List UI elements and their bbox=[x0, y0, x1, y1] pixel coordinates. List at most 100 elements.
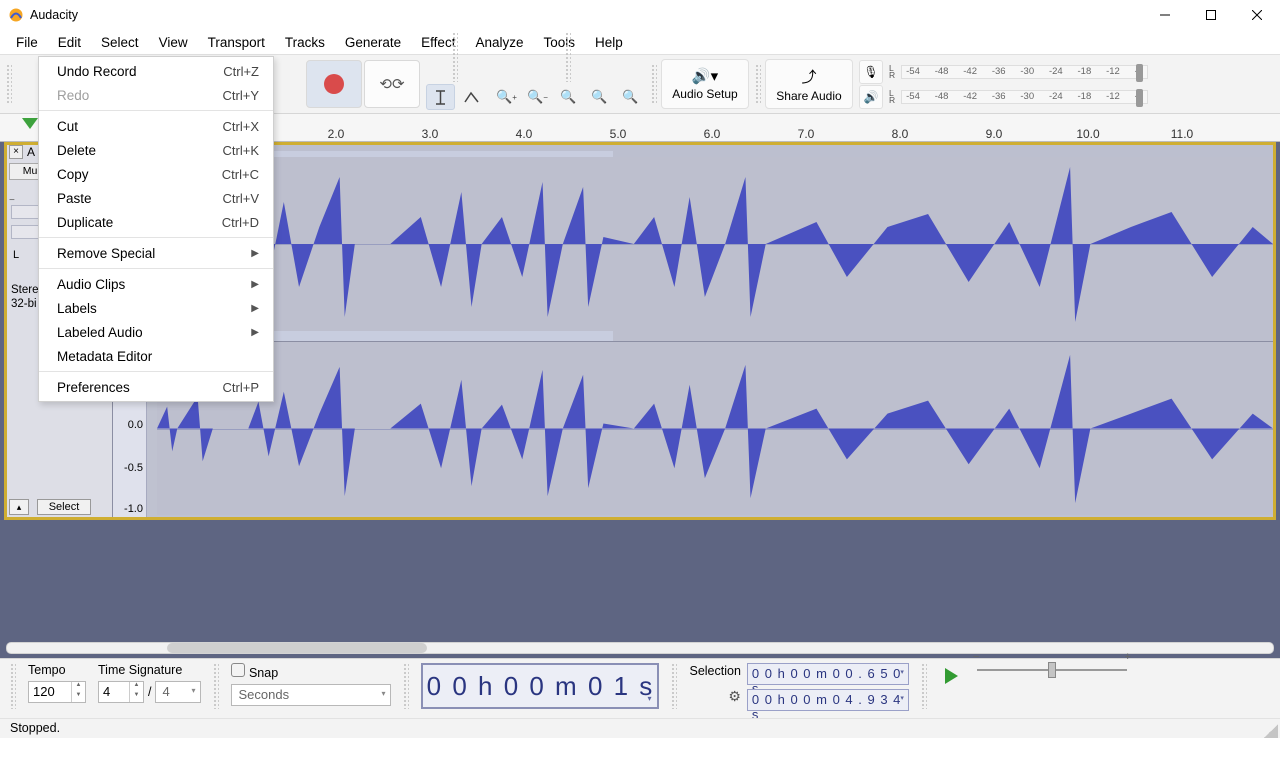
record-meter-button[interactable]: 🎙 bbox=[859, 60, 883, 84]
menu-file[interactable]: File bbox=[6, 32, 48, 53]
menu-item-paste[interactable]: PasteCtrl+V bbox=[39, 186, 273, 210]
menu-item-duplicate[interactable]: DuplicateCtrl+D bbox=[39, 210, 273, 234]
time-display[interactable]: 0 0 h 0 0 m 0 1 s▾ bbox=[421, 663, 659, 709]
snap-label: Snap bbox=[231, 663, 391, 680]
snap-units-select[interactable]: Seconds▾ bbox=[231, 684, 391, 706]
toolbar-grip[interactable] bbox=[403, 663, 409, 709]
toolbar-grip[interactable] bbox=[671, 663, 677, 709]
edit-menu-dropdown: Undo RecordCtrl+Z RedoCtrl+Y CutCtrl+X D… bbox=[38, 56, 274, 402]
time-signature-numerator[interactable]: 4▲▼ bbox=[98, 681, 144, 703]
menu-tracks[interactable]: Tracks bbox=[275, 32, 335, 53]
record-meter[interactable]: -54-48-42-36-30-24-18-12-6 bbox=[901, 65, 1148, 79]
zoom-out-button[interactable]: 🔍− bbox=[523, 84, 552, 110]
selection-settings-icon[interactable]: ⚙ bbox=[728, 688, 741, 705]
envelope-tool[interactable] bbox=[457, 84, 486, 110]
selection-end-input[interactable]: 0 0 h 0 0 m 0 4 . 9 3 4 s▾ bbox=[747, 689, 909, 711]
scrollbar-thumb[interactable] bbox=[167, 643, 427, 653]
speed-slider-thumb[interactable] bbox=[1048, 662, 1056, 678]
menu-item-remove-special[interactable]: Remove Special▶ bbox=[39, 241, 273, 265]
playback-meter[interactable]: -54-48-42-36-30-24-18-12-6 bbox=[901, 90, 1148, 104]
resize-grip[interactable] bbox=[1264, 724, 1278, 738]
time-signature-separator: / bbox=[148, 685, 151, 699]
selection-block: Selection ⚙ 0 0 h 0 0 m 0 0 . 6 5 0 s▾ 0… bbox=[689, 663, 908, 711]
fit-project-button[interactable]: 🔍 bbox=[585, 84, 614, 110]
playback-meter-slider[interactable] bbox=[1136, 89, 1143, 107]
horizontal-scrollbar[interactable] bbox=[6, 642, 1274, 654]
play-at-speed-button[interactable] bbox=[939, 663, 965, 689]
audio-clip[interactable] bbox=[157, 151, 1273, 511]
tempo-field: Tempo 120▲▼ bbox=[28, 663, 86, 703]
share-audio-label: Share Audio bbox=[776, 89, 841, 103]
menu-select[interactable]: Select bbox=[91, 32, 149, 53]
meter-lr-label: LR bbox=[889, 65, 895, 79]
waveform-area[interactable] bbox=[147, 145, 1273, 517]
meter-lr-label: LR bbox=[889, 90, 895, 104]
status-text: Stopped. bbox=[10, 721, 60, 735]
audio-setup-label: Audio Setup bbox=[672, 87, 737, 101]
menu-transport[interactable]: Transport bbox=[198, 32, 275, 53]
zoom-in-button[interactable]: 🔍+ bbox=[492, 84, 521, 110]
playback-meter-button[interactable]: 🔊 bbox=[859, 85, 883, 109]
share-icon: ⤴ bbox=[801, 66, 816, 87]
fit-selection-button[interactable]: 🔍 bbox=[554, 84, 583, 110]
app-icon bbox=[8, 7, 24, 23]
menu-item-labeled-audio[interactable]: Labeled Audio▶ bbox=[39, 320, 273, 344]
menu-item-redo[interactable]: RedoCtrl+Y bbox=[39, 83, 273, 107]
loop-icon: ⟲⟳ bbox=[379, 77, 404, 92]
selection-label: Selection bbox=[689, 665, 740, 678]
share-audio-button[interactable]: ⤴ Share Audio bbox=[765, 59, 853, 109]
track-select-button[interactable]: Select bbox=[37, 499, 91, 515]
menu-item-labels[interactable]: Labels▶ bbox=[39, 296, 273, 320]
toolbar-grip[interactable] bbox=[921, 663, 927, 709]
toolbar-grip[interactable] bbox=[10, 663, 16, 709]
menu-item-copy[interactable]: CopyCtrl+C bbox=[39, 162, 273, 186]
zoom-toggle-button[interactable]: 🔍 bbox=[616, 84, 645, 110]
track-close-button[interactable]: × bbox=[9, 145, 23, 159]
speaker-icon: 🔊▾ bbox=[692, 67, 718, 85]
menu-item-audio-clips[interactable]: Audio Clips▶ bbox=[39, 272, 273, 296]
speed-plus-icon: + bbox=[1124, 651, 1130, 663]
loop-button[interactable]: ⟲⟳ bbox=[364, 60, 420, 108]
tempo-input[interactable]: 120▲▼ bbox=[28, 681, 86, 703]
toolbar-grip[interactable] bbox=[651, 64, 657, 104]
status-bar: Stopped. bbox=[0, 718, 1280, 738]
waveform-channel-left[interactable] bbox=[157, 157, 1273, 331]
selection-tool[interactable] bbox=[426, 84, 455, 110]
play-head-icon[interactable] bbox=[22, 118, 38, 129]
time-selection-bar: Tempo 120▲▼ Time Signature 4▲▼ / 4▾ Snap… bbox=[0, 658, 1280, 718]
menu-generate[interactable]: Generate bbox=[335, 32, 411, 53]
toolbar-grip[interactable] bbox=[6, 64, 12, 104]
track-collapse-button[interactable]: ▴ bbox=[9, 499, 29, 515]
toolbar-grip[interactable] bbox=[452, 32, 458, 82]
pan-l-label: L bbox=[13, 249, 19, 261]
record-meter-slider[interactable] bbox=[1136, 64, 1143, 82]
record-icon bbox=[324, 74, 344, 94]
snap-checkbox[interactable] bbox=[231, 663, 245, 677]
menu-item-delete[interactable]: DeleteCtrl+K bbox=[39, 138, 273, 162]
window-close-button[interactable] bbox=[1234, 0, 1280, 30]
menu-view[interactable]: View bbox=[149, 32, 198, 53]
time-signature-denominator[interactable]: 4▾ bbox=[155, 681, 201, 703]
play-speed-slider[interactable]: − + bbox=[977, 663, 1127, 677]
track-format-label: Stere32-bi bbox=[11, 283, 39, 311]
time-signature-field: Time Signature 4▲▼ / 4▾ bbox=[98, 663, 201, 703]
menu-edit[interactable]: Edit bbox=[48, 32, 91, 53]
waveform-channel-right[interactable] bbox=[157, 341, 1273, 515]
menu-item-undo[interactable]: Undo RecordCtrl+Z bbox=[39, 59, 273, 83]
play-icon bbox=[945, 668, 958, 684]
selection-start-input[interactable]: 0 0 h 0 0 m 0 0 . 6 5 0 s▾ bbox=[747, 663, 909, 685]
record-button[interactable] bbox=[306, 60, 362, 108]
window-minimize-button[interactable] bbox=[1142, 0, 1188, 30]
toolbar-grip[interactable] bbox=[565, 32, 571, 82]
audio-setup-button[interactable]: 🔊▾ Audio Setup bbox=[661, 59, 749, 109]
setup-toolbar: 🔊▾ Audio Setup bbox=[651, 59, 749, 109]
window-maximize-button[interactable] bbox=[1188, 0, 1234, 30]
track-name[interactable]: A bbox=[27, 145, 35, 159]
menu-item-cut[interactable]: CutCtrl+X bbox=[39, 114, 273, 138]
toolbar-grip[interactable] bbox=[755, 64, 761, 104]
menu-item-preferences[interactable]: PreferencesCtrl+P bbox=[39, 375, 273, 399]
meter-toolbar: 🎙 LR -54-48-42-36-30-24-18-12-6 🔊 LR -54… bbox=[859, 60, 1148, 109]
menu-item-metadata-editor[interactable]: Metadata Editor bbox=[39, 344, 273, 368]
toolbar-grip[interactable] bbox=[213, 663, 219, 709]
ruler-ticks: 2.0 3.0 4.0 5.0 6.0 7.0 8.0 9.0 10.0 11.… bbox=[144, 114, 1280, 141]
